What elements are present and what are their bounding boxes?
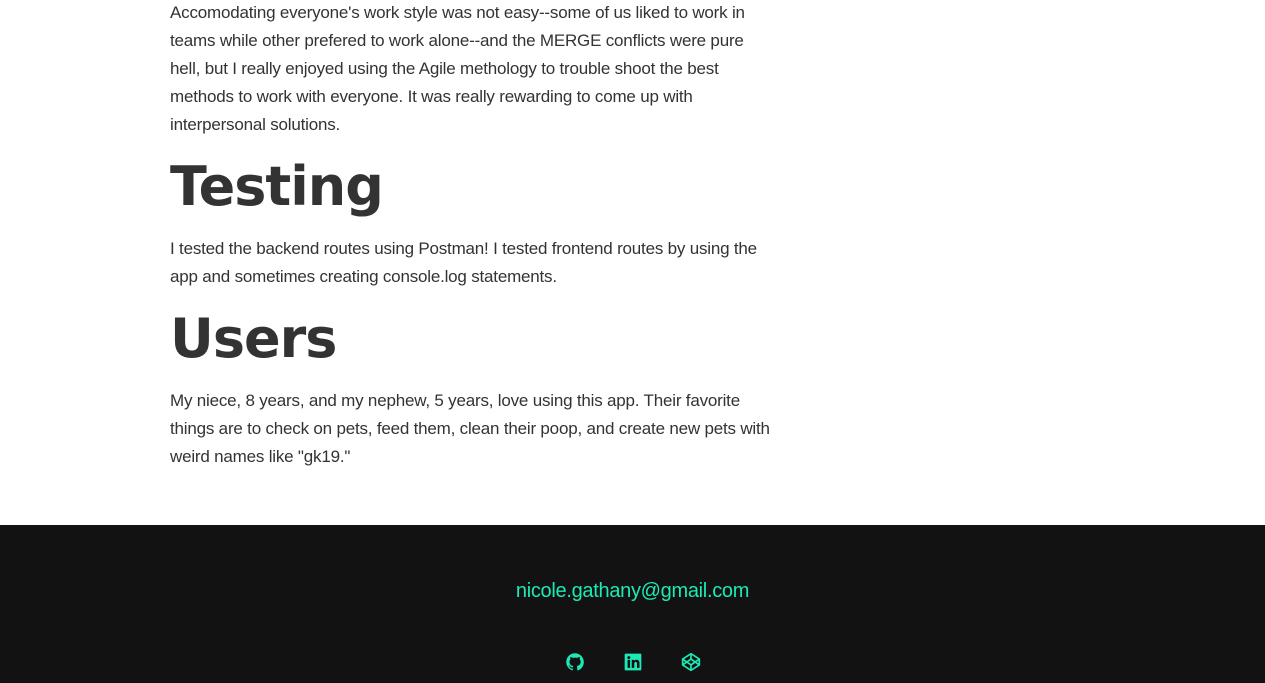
email-link[interactable]: nicole.gathany@gmail.com bbox=[0, 577, 1265, 605]
github-link[interactable] bbox=[565, 651, 585, 673]
testing-paragraph: I tested the backend routes using Postma… bbox=[170, 239, 757, 286]
page-footer: nicole.gathany@gmail.com bbox=[0, 525, 1265, 683]
github-icon bbox=[565, 653, 584, 671]
users-heading: Users bbox=[170, 307, 337, 370]
collaboration-paragraph: Accomodating everyone's work style was n… bbox=[170, 3, 745, 134]
users-paragraph: My niece, 8 years, and my nephew, 5 year… bbox=[170, 391, 770, 466]
codepen-link[interactable] bbox=[681, 651, 701, 673]
testing-heading: Testing bbox=[170, 155, 384, 218]
linkedin-icon bbox=[624, 653, 641, 671]
codepen-icon bbox=[681, 652, 700, 672]
linkedin-link[interactable] bbox=[623, 651, 643, 673]
social-links bbox=[0, 651, 1265, 673]
